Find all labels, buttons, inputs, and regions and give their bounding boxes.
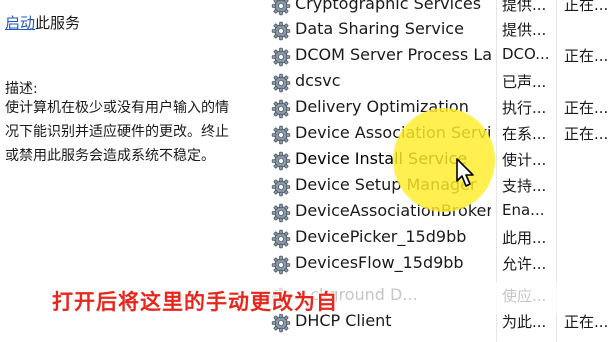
service-row[interactable]: Delivery Optimization 执行... 正在...: [266, 95, 608, 121]
service-row[interactable]: Device Install Service 使计...: [266, 147, 608, 173]
service-row[interactable]: Cryptographic Services 提供... 正在...: [266, 0, 608, 18]
service-row[interactable]: DCOM Server Process La... DCO... 正在...: [266, 43, 608, 69]
service-gear-icon: [271, 47, 291, 67]
service-description: Ena...: [502, 201, 545, 219]
service-gear-icon: [271, 203, 291, 223]
service-name: Delivery Optimization: [295, 97, 469, 116]
service-row[interactable]: Device Association Service 在系... 正在...: [266, 121, 608, 147]
service-name: DevicesFlow_15d9bb: [295, 253, 464, 272]
service-description: 执行...: [502, 99, 547, 117]
service-description: 为此...: [502, 313, 547, 331]
service-description: 支持...: [502, 177, 547, 195]
service-gear-icon: [271, 177, 291, 197]
service-name: DevicePicker_15d9bb: [295, 227, 467, 246]
service-name: DCOM Server Process La...: [295, 45, 491, 64]
service-name: Cryptographic Services: [295, 0, 482, 13]
service-description: 在系...: [502, 125, 547, 143]
tutorial-caption: 打开后将这里的手动更改为自: [52, 290, 338, 314]
service-gear-icon: [271, 21, 291, 41]
service-name: DeviceAssociationBroker...: [295, 201, 491, 220]
service-name: Data Sharing Service: [295, 19, 464, 38]
service-name: dcsvc: [295, 71, 341, 90]
service-gear-icon: [271, 255, 291, 275]
service-description: 已声...: [502, 73, 547, 91]
service-status: 正在...: [564, 125, 608, 143]
service-row[interactable]: Data Sharing Service 提供...: [266, 17, 608, 43]
service-status: 正在...: [564, 313, 608, 331]
service-gear-icon: [271, 125, 291, 145]
service-row[interactable]: Device Setup Manager 支持...: [266, 173, 608, 199]
service-name: Device Association Service: [295, 123, 491, 142]
service-status: 正在...: [564, 47, 608, 65]
service-gear-icon: [271, 0, 291, 16]
service-row[interactable]: DeviceAssociationBroker... Ena...: [266, 199, 608, 225]
service-description: 使计...: [502, 151, 547, 169]
service-gear-icon: [271, 99, 291, 119]
service-row[interactable]: DevicesFlow_15d9bb 允许...: [266, 251, 608, 277]
mouse-pointer-icon: [456, 158, 474, 187]
service-status: 正在...: [564, 0, 608, 14]
service-description: 提供...: [502, 21, 547, 39]
service-row[interactable]: DevicePicker_15d9bb 此用...: [266, 225, 608, 251]
service-description: 提供...: [502, 0, 547, 14]
service-description: DCO...: [502, 45, 550, 63]
service-status: 正在...: [564, 99, 608, 117]
service-gear-icon: [271, 313, 291, 333]
service-gear-icon: [271, 229, 291, 249]
service-gear-icon: [271, 73, 291, 93]
service-description: 允许...: [502, 255, 547, 273]
service-gear-icon: [271, 151, 291, 171]
service-row[interactable]: dcsvc 已声...: [266, 69, 608, 95]
service-description: 此用...: [502, 229, 547, 247]
